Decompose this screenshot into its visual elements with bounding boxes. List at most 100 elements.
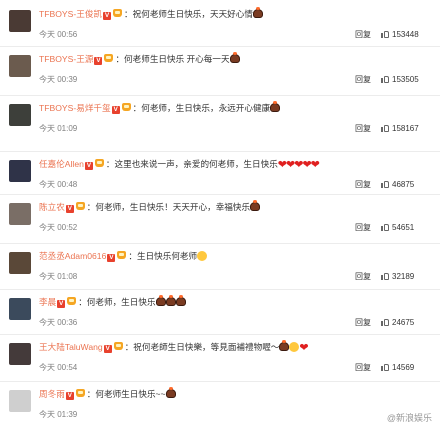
- like-count: 14569: [392, 363, 415, 372]
- comment-text: ：祝何老師生日快樂，等見面補禮物喔～: [124, 342, 280, 352]
- member-crown-icon: [75, 389, 85, 397]
- comment-text: ：何老师，生日快乐！天天开心，幸福快乐: [86, 202, 251, 212]
- comment-text: ：这里也来说一声，亲爱的何老师，生日快乐: [105, 159, 278, 169]
- thumb-up-icon: [381, 223, 389, 231]
- comment-text: ：何老师，生日快乐: [78, 297, 156, 307]
- thumb-up-icon: [381, 318, 389, 326]
- divider: [0, 381, 440, 382]
- comment-time: 今天 00:36: [39, 318, 78, 327]
- like-button[interactable]: 158167: [381, 124, 419, 134]
- comment-line: TFBOYS-王俊凯 V ：祝何老师生日快乐，天天好心情: [39, 7, 263, 20]
- username-link[interactable]: TFBOYS-易烊千玺: [39, 103, 111, 113]
- verified-icon: V: [84, 162, 93, 170]
- comment-time: 今天 01:39: [39, 410, 78, 419]
- reply-button[interactable]: 回复: [355, 75, 371, 85]
- reply-button[interactable]: 回复: [355, 363, 371, 373]
- avatar[interactable]: [9, 10, 31, 32]
- comment-time: 今天 00:56: [39, 30, 78, 39]
- like-count: 46875: [392, 180, 415, 189]
- username-link[interactable]: 李晨: [39, 297, 56, 307]
- comment-line: 王大陆TaluWang V ：祝何老師生日快樂，等見面補禮物喔～ ❤: [39, 340, 309, 354]
- smile-emoji-icon: [197, 251, 208, 261]
- username-link[interactable]: TFBOYS-王俊凯: [39, 9, 102, 19]
- heart-emoji-icon: ❤: [299, 342, 308, 354]
- verified-icon: V: [103, 12, 112, 20]
- cake-emoji-icon: [165, 295, 176, 306]
- comment-line: 陈立农 V ：何老师，生日快乐！天天开心，幸福快乐: [39, 200, 261, 213]
- verified-icon: V: [57, 300, 66, 308]
- avatar[interactable]: [9, 390, 31, 412]
- member-crown-icon: [117, 251, 127, 259]
- username-link[interactable]: 周冬雨: [39, 389, 65, 399]
- member-crown-icon: [104, 54, 114, 62]
- divider: [0, 289, 440, 290]
- like-button[interactable]: 24675: [381, 318, 414, 328]
- avatar[interactable]: [9, 298, 31, 320]
- verified-icon: V: [65, 205, 74, 213]
- thumb-up-icon: [381, 75, 389, 83]
- divider: [0, 95, 440, 96]
- comment-time: 今天 00:52: [39, 223, 78, 232]
- avatar[interactable]: [9, 104, 31, 126]
- cake-emoji-icon: [155, 295, 166, 306]
- like-count: 153505: [392, 75, 419, 84]
- comment-line: TFBOYS-王源 V ：何老师生日快乐 开心每一天: [39, 52, 240, 65]
- cake-emoji-icon: [250, 200, 261, 211]
- comment-text: ：何老师生日快乐 开心每一天: [115, 54, 230, 64]
- verified-icon: V: [107, 254, 116, 262]
- verified-icon: V: [65, 392, 74, 400]
- reply-button[interactable]: 回复: [355, 272, 371, 282]
- username-link[interactable]: 任嘉伦Allen: [39, 159, 84, 169]
- divider: [0, 243, 440, 244]
- avatar[interactable]: [9, 252, 31, 274]
- comment-time: 今天 01:08: [39, 272, 78, 281]
- comment-text: ：祝何老师生日快乐，天天好心情: [124, 9, 253, 19]
- like-count: 32189: [392, 272, 415, 281]
- watermark: @新浪娱乐: [386, 413, 432, 423]
- cake-emoji-icon: [165, 387, 176, 398]
- like-button[interactable]: 153448: [381, 30, 419, 40]
- like-button[interactable]: 153505: [381, 75, 419, 85]
- thumb-up-icon: [381, 363, 389, 371]
- avatar[interactable]: [9, 203, 31, 225]
- avatar[interactable]: [9, 55, 31, 77]
- verified-icon: V: [94, 57, 103, 65]
- comment-text: ：生日快乐何老师: [128, 251, 198, 261]
- username-link[interactable]: 范丞丞Adam0616: [39, 251, 106, 261]
- reply-button[interactable]: 回复: [355, 30, 371, 40]
- comment-line: 范丞丞Adam0616 V ：生日快乐何老师: [39, 250, 208, 262]
- username-link[interactable]: 陈立农: [39, 202, 65, 212]
- thumb-up-icon: [381, 180, 389, 188]
- comment-line: 任嘉伦Allen V ：这里也来说一声，亲爱的何老师，生日快乐❤❤❤❤❤: [39, 158, 320, 171]
- like-button[interactable]: 54651: [381, 223, 414, 233]
- reply-button[interactable]: 回复: [355, 318, 371, 328]
- cake-emoji-icon: [175, 295, 186, 306]
- verified-icon: V: [103, 345, 112, 353]
- member-crown-icon: [121, 103, 131, 111]
- thumb-up-icon: [381, 124, 389, 132]
- comment-text: ：何老师，生日快乐，永远开心健康: [132, 103, 271, 113]
- comment-line: 周冬雨 V ：何老师生日快乐~~: [39, 387, 176, 400]
- like-count: 24675: [392, 318, 415, 327]
- reply-button[interactable]: 回复: [355, 124, 371, 134]
- member-crown-icon: [75, 202, 85, 210]
- username-link[interactable]: TFBOYS-王源: [39, 54, 93, 64]
- like-button[interactable]: 32189: [381, 272, 414, 282]
- reply-button[interactable]: 回复: [355, 223, 371, 233]
- avatar[interactable]: [9, 160, 31, 182]
- member-crown-icon: [94, 159, 104, 167]
- like-count: 158167: [392, 124, 419, 133]
- username-link[interactable]: 王大陆TaluWang: [39, 342, 103, 352]
- cake-emoji-icon: [229, 52, 240, 63]
- heart-emoji-icon: ❤: [302, 159, 311, 171]
- avatar[interactable]: [9, 343, 31, 365]
- verified-icon: V: [111, 106, 120, 114]
- reply-button[interactable]: 回复: [355, 180, 371, 190]
- cake-emoji-icon: [279, 340, 290, 351]
- heart-emoji-icon: ❤: [286, 159, 295, 171]
- member-crown-icon: [113, 9, 123, 17]
- like-button[interactable]: 46875: [381, 180, 414, 190]
- like-button[interactable]: 14569: [381, 363, 414, 373]
- like-count: 54651: [392, 223, 415, 232]
- comment-line: 李晨 V ：何老师，生日快乐: [39, 295, 186, 308]
